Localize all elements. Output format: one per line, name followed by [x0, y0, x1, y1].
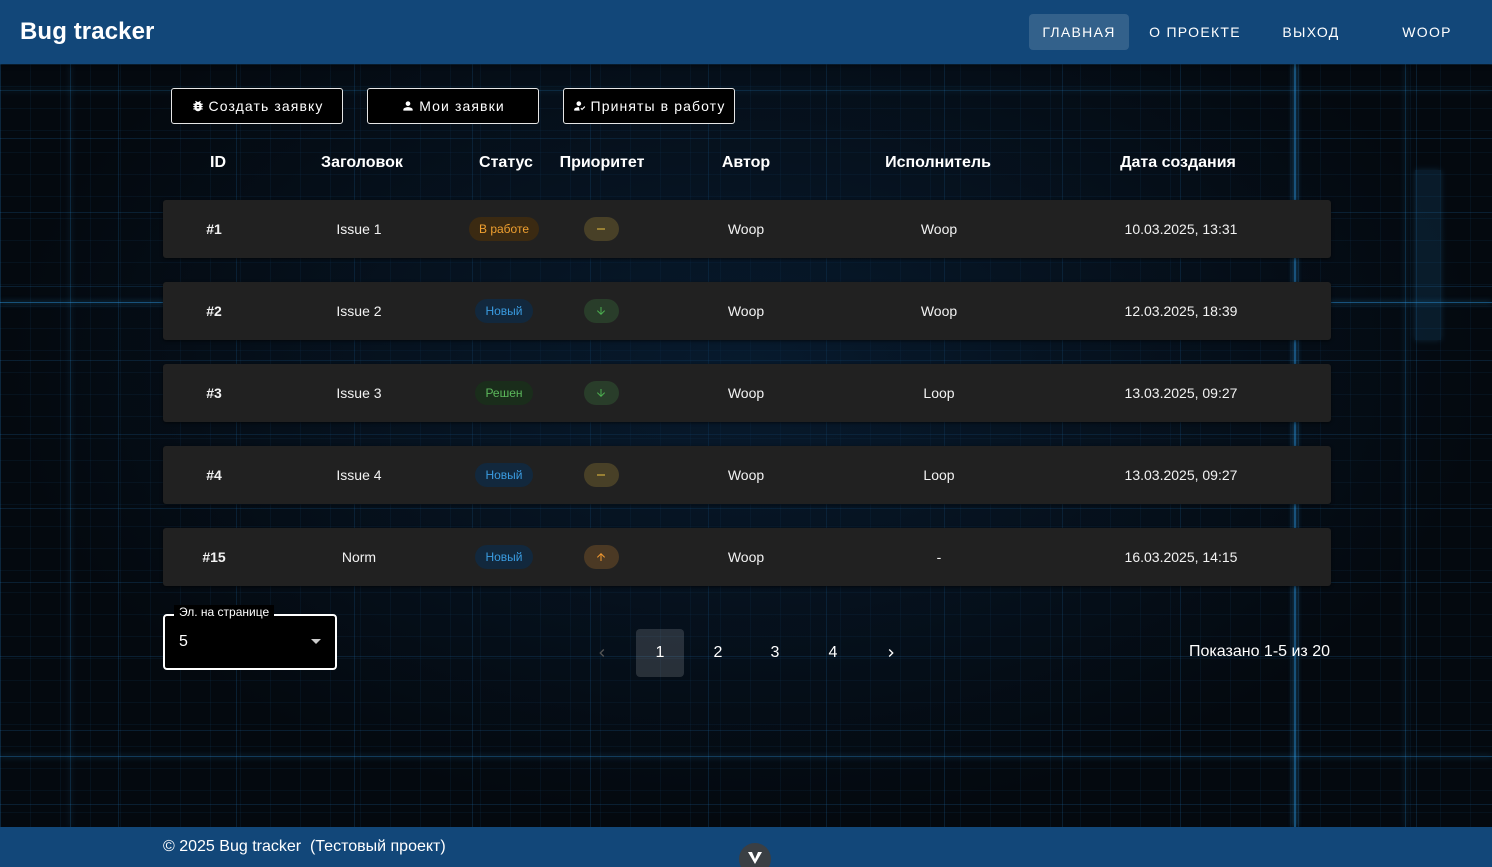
accepted-issues-button[interactable]: Приняты в работу	[563, 88, 735, 124]
cell-id: #15	[202, 549, 226, 565]
nav-about[interactable]: О проекте	[1137, 14, 1253, 50]
cell-title: Issue 3	[336, 385, 382, 401]
cell-author: Woop	[727, 221, 765, 237]
cell-id: #4	[206, 467, 222, 483]
cell-priority	[521, 528, 681, 586]
arrow-down-icon	[597, 307, 605, 315]
table-row[interactable]: #3 Issue 3 Решен Woop Loop 13.03.2025, 09:27	[163, 364, 1331, 422]
dropdown-arrow-icon	[311, 639, 321, 644]
table-row[interactable]: #4 Issue 4 Новый Woop Loop 13.03.2025, 09:27	[163, 446, 1331, 504]
cell-created: 12.03.2025, 18:39	[1124, 303, 1238, 319]
cell-assignee: Loop	[923, 385, 955, 401]
page-button-3[interactable]: 3	[751, 629, 799, 677]
cell-assignee: Woop	[920, 221, 958, 237]
priority-badge	[583, 463, 619, 487]
cell-title: Issue 1	[336, 221, 382, 237]
person-check-icon	[573, 101, 585, 111]
vuetify-logo-button[interactable]	[739, 843, 771, 867]
cell-created: 13.03.2025, 09:27	[1124, 385, 1238, 401]
page-button-1[interactable]: 1	[636, 629, 684, 677]
column-header-priority[interactable]: Приоритет	[522, 154, 682, 172]
per-page-select[interactable]: 5	[163, 614, 337, 670]
per-page-label: Эл. на странице	[174, 605, 275, 619]
cell-author: Woop	[727, 467, 765, 483]
next-page-button[interactable]	[867, 629, 915, 677]
priority-badge	[583, 545, 619, 569]
v-logo-icon	[748, 852, 762, 864]
pagination-summary: Показано 1-5 из 20	[1189, 643, 1330, 660]
create-issue-button[interactable]: Создать заявку	[171, 88, 343, 124]
nav-user[interactable]: Woop	[1390, 14, 1464, 50]
cell-title: Issue 2	[336, 303, 382, 319]
arrow-down-icon	[597, 389, 605, 397]
cell-id: #2	[206, 303, 222, 319]
table-row[interactable]: #2 Issue 2 Новый Woop Woop 12.03.2025, 18:39	[163, 282, 1331, 340]
bug-icon	[192, 100, 203, 112]
cell-title: Norm	[341, 549, 377, 565]
nav-home[interactable]: Главная	[1029, 14, 1129, 50]
chevron-left-icon	[599, 649, 605, 657]
footer-copyright: © 2025 Bug tracker (Тестовый проект)	[163, 838, 446, 855]
cell-created: 13.03.2025, 09:27	[1124, 467, 1238, 483]
nav-logout[interactable]: Выход	[1267, 14, 1355, 50]
my-issues-label: Мои заявки	[419, 98, 505, 114]
column-header-id[interactable]: ID	[138, 154, 298, 172]
cell-priority	[521, 200, 681, 258]
cell-id: #3	[206, 385, 222, 401]
column-header-title[interactable]: Заголовок	[282, 154, 442, 172]
column-header-assignee[interactable]: Исполнитель	[858, 154, 1018, 172]
per-page-value: 5	[179, 633, 188, 650]
accepted-issues-label: Приняты в работу	[590, 98, 726, 114]
dash-icon	[597, 228, 605, 230]
cell-assignee: -	[936, 549, 942, 565]
cell-assignee: Woop	[920, 303, 958, 319]
app-bar: Bug tracker Главная О проекте Выход Woop	[0, 0, 1492, 64]
column-header-created[interactable]: Дата создания	[1098, 154, 1258, 172]
cell-title: Issue 4	[336, 467, 382, 483]
cell-created: 16.03.2025, 14:15	[1124, 549, 1238, 565]
priority-badge	[583, 217, 619, 241]
cell-author: Woop	[727, 303, 765, 319]
cell-created: 10.03.2025, 13:31	[1124, 221, 1238, 237]
my-issues-button[interactable]: Мои заявки	[367, 88, 539, 124]
cell-priority	[521, 282, 681, 340]
table-row[interactable]: #1 Issue 1В работе Woop Woop 10.03.2025, 13:…	[163, 200, 1331, 258]
cell-assignee: Loop	[923, 467, 955, 483]
cell-author: Woop	[727, 549, 765, 565]
person-icon	[403, 101, 413, 111]
cell-priority	[521, 446, 681, 504]
chevron-right-icon	[888, 649, 894, 657]
cell-author: Woop	[727, 385, 765, 401]
page-button-4[interactable]: 4	[809, 629, 857, 677]
column-header-author[interactable]: Автор	[666, 154, 826, 172]
dash-icon	[597, 474, 605, 476]
prev-page-button[interactable]	[578, 629, 626, 677]
brand-title[interactable]: Bug tracker	[20, 18, 154, 46]
priority-badge	[583, 381, 619, 405]
priority-badge	[583, 299, 619, 323]
page-button-2[interactable]: 2	[694, 629, 742, 677]
cell-priority	[521, 364, 681, 422]
arrow-up-icon	[597, 553, 605, 561]
create-issue-label: Создать заявку	[208, 98, 324, 114]
table-row[interactable]: #15 Norm Новый Woop -16.03.2025, 14:15	[163, 528, 1331, 586]
cell-id: #1	[206, 221, 222, 237]
